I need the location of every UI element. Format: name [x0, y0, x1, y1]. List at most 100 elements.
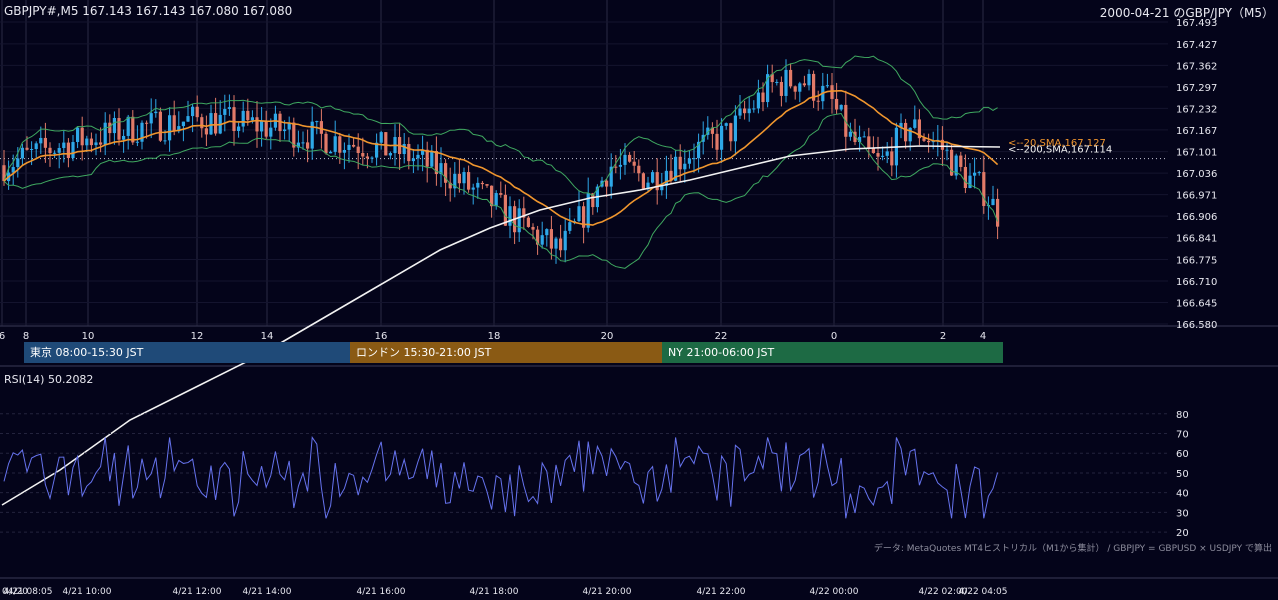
- price-x-tick-7: 20: [601, 331, 614, 342]
- candle-body-208: [959, 155, 963, 167]
- candle-body-12: [57, 148, 61, 153]
- candle-body-80: [370, 157, 374, 159]
- time-x-tick-6: 4/21 20:00: [582, 587, 631, 597]
- candle-body-35: [163, 140, 167, 142]
- rsi-y-tick-5: 30: [1176, 508, 1189, 519]
- candle-body-31: [145, 122, 149, 124]
- candle-body-162: [747, 108, 751, 114]
- candle-body-114: [526, 217, 530, 227]
- candle-body-210: [968, 175, 972, 189]
- candle-body-131: [605, 180, 609, 187]
- time-x-tick-prev: 04/20: [2, 587, 28, 597]
- candle-body-190: [876, 153, 880, 157]
- session-tokyo-label: 東京 08:00-15:30 JST: [30, 346, 144, 359]
- candle-body-41: [191, 106, 195, 117]
- chart-canvas: 6 8 10 12 14 16 18 20 22 0 2 4167.493167.427167.362…: [0, 0, 1278, 597]
- candle-body-92: [425, 149, 429, 167]
- candle-body-77: [356, 146, 360, 154]
- candle-body-90: [416, 154, 420, 159]
- candle-body-68: [315, 121, 319, 123]
- candle-body-139: [641, 173, 645, 189]
- candle-body-184: [848, 131, 852, 137]
- rsi-y-tick-2: 60: [1176, 449, 1189, 460]
- candle-body-216: [996, 198, 1000, 227]
- time-x-tick-4: 4/21 16:00: [356, 587, 405, 597]
- candle-body-117: [540, 235, 544, 245]
- candle-body-26: [122, 135, 126, 140]
- candle-body-51: [237, 126, 241, 131]
- rsi-y-tick-4: 40: [1176, 489, 1189, 500]
- candle-body-136: [628, 154, 632, 162]
- candle-body-65: [301, 142, 305, 144]
- price-x-tick-0: 6: [0, 331, 5, 342]
- candle-body-99: [457, 173, 461, 184]
- price-x-tick-9: 0: [831, 331, 837, 342]
- candle-body-159: [733, 115, 737, 142]
- candle-body-74: [342, 149, 346, 153]
- candle-body-193: [890, 151, 894, 166]
- candle-body-104: [480, 182, 484, 185]
- candle-body-70: [324, 133, 328, 154]
- candle-body-110: [508, 206, 512, 226]
- candle-body-137: [632, 161, 636, 166]
- candle-body-25: [117, 117, 121, 140]
- candle-body-19: [89, 138, 93, 146]
- candle-body-44: [204, 128, 208, 135]
- candle-body-170: [784, 69, 788, 96]
- rsi-y-tick-0: 80: [1176, 410, 1189, 421]
- candle-body-180: [830, 85, 834, 99]
- price-y-tick-9: 166.906: [1176, 212, 1217, 223]
- price-x-tick-11: 4: [980, 331, 986, 342]
- price-y-tick-7: 167.036: [1176, 169, 1217, 180]
- candle-body-150: [692, 158, 696, 160]
- candle-body-79: [365, 156, 369, 159]
- candle-body-14: [66, 142, 70, 158]
- candle-body-119: [549, 229, 553, 249]
- candle-body-141: [651, 172, 655, 183]
- candle-body-78: [361, 153, 365, 157]
- candle-body-133: [614, 166, 618, 168]
- candle-body-66: [306, 142, 310, 149]
- candle-body-138: [637, 165, 641, 174]
- candle-body-4: [20, 147, 24, 159]
- candle-body-69: [319, 121, 323, 134]
- candle-body-45: [209, 113, 213, 135]
- chart-title: 2000-04-21 のGBP/JPY（M5）: [1099, 6, 1274, 20]
- candle-body-46: [214, 113, 218, 134]
- candle-body-109: [503, 194, 507, 226]
- price-y-tick-14: 166.580: [1176, 320, 1217, 331]
- candle-body-192: [885, 151, 889, 156]
- candle-body-57: [264, 121, 268, 137]
- candle-body-209: [963, 166, 967, 189]
- candle-body-13: [62, 142, 66, 149]
- candle-body-32: [149, 113, 153, 124]
- candle-body-212: [977, 172, 981, 174]
- candle-body-49: [227, 107, 231, 109]
- candle-body-172: [793, 86, 797, 92]
- session-london: ロンドン 15:30-21:00 JST: [350, 342, 662, 363]
- candle-body-61: [283, 129, 287, 132]
- candle-body-171: [789, 69, 793, 87]
- time-x-tick-8: 4/22 00:00: [809, 587, 858, 597]
- rsi-line: [3, 436, 999, 519]
- candle-body-71: [329, 151, 333, 154]
- candle-body-102: [471, 187, 475, 190]
- candle-body-83: [384, 132, 388, 156]
- candle-body-163: [752, 108, 756, 110]
- candle-body-29: [135, 141, 139, 143]
- rsi-y-tick-3: 50: [1176, 469, 1189, 480]
- candle-body-177: [816, 100, 820, 102]
- candle-body-10: [48, 147, 52, 154]
- price-x-tick-1: 8: [23, 331, 29, 342]
- candle-body-107: [494, 193, 498, 207]
- candle-body-37: [172, 115, 176, 132]
- candle-body-123: [568, 222, 572, 231]
- candle-body-58: [269, 127, 273, 137]
- candle-body-147: [678, 156, 682, 170]
- candle-body-42: [195, 106, 199, 118]
- candle-body-23: [108, 122, 112, 134]
- price-x-tick-2: 10: [82, 331, 95, 342]
- candle-body-87: [402, 143, 406, 155]
- candle-body-16: [76, 127, 80, 143]
- candle-body-55: [255, 117, 259, 132]
